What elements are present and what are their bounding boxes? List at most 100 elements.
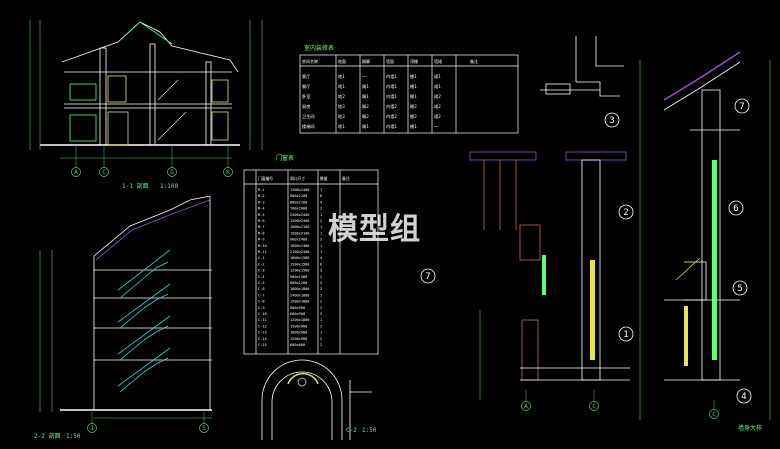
- room-table-cell: 裙1: [434, 73, 441, 80]
- room-table-cell: 地1: [338, 73, 345, 79]
- room-table-cell: 踢2: [362, 114, 369, 120]
- room-table-cell: 地3: [338, 103, 345, 109]
- room-table-cells: 房间名称 地面 踢脚 墙面 顶棚 墙裙 备注客厅 地1 —— 内墙1 棚1 裙1餐厅 地1 踢1 内墙1 棚1…: [302, 58, 478, 130]
- arch-rosette: [297, 377, 307, 387]
- door-table-cell: M-2: [258, 194, 265, 198]
- room-table-cell: 踢1: [362, 94, 369, 100]
- door-table-cell: 1500x2100: [290, 231, 309, 235]
- room-table-cell: 棚1: [410, 83, 417, 90]
- door-table-cell: 1: [320, 318, 322, 322]
- door-table-cell: M-7: [258, 225, 265, 229]
- bay-window: [684, 261, 707, 301]
- room-table-cell: 裙2: [434, 93, 441, 100]
- room-table-cell: 地1: [338, 123, 345, 129]
- detail-marker-label: 7: [739, 102, 744, 112]
- door-table-cell: M-3: [258, 200, 265, 204]
- room-table-cell: 踢1: [362, 124, 369, 130]
- axis-label: 5: [202, 425, 206, 432]
- room-table-cell: 裙2: [434, 113, 441, 120]
- door-table-cell: 1: [320, 225, 322, 229]
- window: [211, 79, 229, 103]
- room-table-cell: 棚1: [410, 93, 417, 100]
- room-table-cell: 内墙2: [386, 113, 397, 120]
- door-table-cell: 3: [320, 312, 322, 316]
- stair-flight: [119, 261, 169, 299]
- view-scale: 1:50: [66, 433, 81, 440]
- room-table-cell: ——: [434, 124, 440, 129]
- door-table-cell: C-6: [258, 287, 265, 291]
- wall-detail-center: [469, 151, 630, 381]
- door-table-cell: 1800x900: [290, 331, 307, 335]
- handrail: [117, 347, 171, 387]
- door: [107, 111, 129, 146]
- room-table-cell: 内墙1: [386, 93, 397, 100]
- tile-band: [565, 151, 627, 161]
- door: [107, 75, 127, 103]
- stair-flight: [119, 357, 169, 393]
- room-table-cell: 餐厅: [302, 83, 310, 90]
- door-table-cell: 1: [320, 250, 322, 254]
- door-table-cell: M-5: [258, 213, 265, 217]
- door-table-cell: 1: [320, 231, 322, 235]
- door-table-cell: C-8: [258, 300, 265, 304]
- door-table-cell: 1: [320, 293, 322, 297]
- door-table-cell: C-9: [258, 306, 265, 310]
- door-table-cell: C-11: [258, 318, 267, 322]
- axis-label: 1: [90, 425, 94, 432]
- door-table-cell: C-2: [258, 262, 265, 266]
- room-table-cell: 地2: [338, 93, 345, 99]
- door-table-cell: 2: [320, 300, 322, 304]
- detail-marker-label: 1: [623, 330, 628, 340]
- detail-marker-label: 7: [425, 272, 430, 282]
- room-table-header: 踢脚: [362, 58, 370, 64]
- detail-marker-label: 3: [609, 116, 614, 126]
- door-table-cell: 1: [320, 331, 322, 335]
- door-table-cell: 2: [320, 207, 322, 211]
- door-table-cell: C-15: [258, 343, 267, 347]
- door-table-cell: 1: [320, 244, 322, 248]
- door-table-cell: 1200x1800: [290, 318, 309, 322]
- room-table-cell: 厨房: [302, 103, 310, 110]
- door-table-header: 洞口尺寸: [290, 176, 305, 181]
- door-table-cell: 600x900: [290, 312, 305, 316]
- door-table-cell: C-1: [258, 256, 265, 260]
- door-table-cell: 700x2000: [290, 207, 307, 211]
- axis-label: C: [712, 411, 716, 418]
- room-table-cell: 卧室: [302, 93, 310, 100]
- wall: [99, 47, 107, 146]
- stair: [157, 111, 187, 141]
- door-table-cell: 2400x2400: [290, 213, 309, 217]
- room-table: [299, 54, 519, 134]
- room-table-cell: 裙1: [434, 83, 441, 90]
- door-table-header: 备注: [342, 176, 350, 181]
- view-title: 2-2 剖面: [34, 432, 60, 440]
- door-table-cell: C-12: [258, 324, 267, 328]
- section-2-2: [60, 195, 212, 411]
- door-table-cell: 900x1500: [290, 275, 307, 279]
- room-table-header: 备注: [470, 58, 478, 64]
- room-table-cell: 地3: [338, 113, 345, 119]
- door-table-cell: M-8: [258, 231, 265, 235]
- door-table-cell: 4: [320, 256, 322, 260]
- watermark: 模型组: [328, 212, 421, 247]
- door-table-cell: C-7: [258, 293, 265, 297]
- door-table-cell: 2100x2400: [290, 250, 309, 254]
- axis-label: A: [74, 169, 78, 176]
- door-table-cell: 1200x1500: [290, 269, 309, 273]
- detail-marker-label: 5: [737, 284, 742, 294]
- door-table-cell: 800x2100: [290, 200, 307, 204]
- window: [69, 114, 97, 142]
- door-table-cell: M-6: [258, 219, 265, 223]
- view-scale: 1:100: [160, 183, 178, 190]
- room-table-cell: 内墙1: [386, 83, 397, 90]
- door-table-cell: C-10: [258, 312, 267, 316]
- door-table-cell: C-13: [258, 331, 267, 335]
- axis-label: C: [102, 169, 106, 176]
- wall: [205, 61, 212, 146]
- door-table-cell: 2: [320, 219, 322, 223]
- axis-label: G: [170, 169, 174, 176]
- room-table-cell: 地1: [338, 83, 345, 89]
- room-table-cell: 棚2: [410, 103, 417, 110]
- column: [519, 224, 541, 261]
- door-table-cell: M-4: [258, 207, 265, 211]
